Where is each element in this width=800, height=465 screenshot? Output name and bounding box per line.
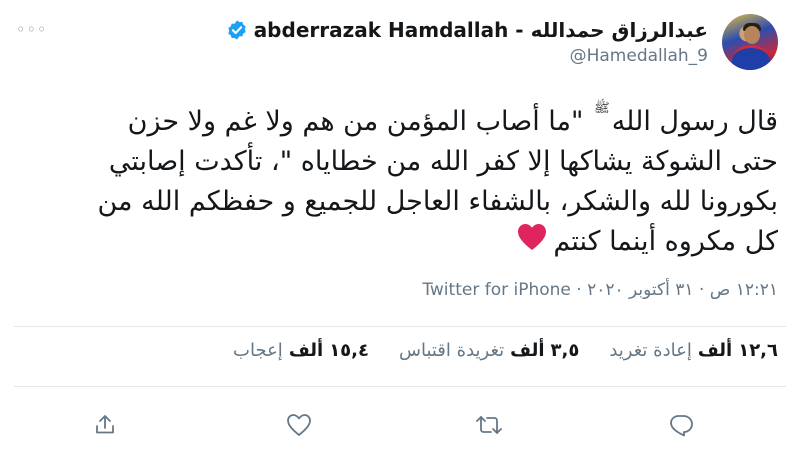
tweet-card: ◦◦◦ abderrazak Hamdallah - عبدالرزاق حمد… [0,0,800,465]
likes-stat[interactable]: ١٥,٤ ألف إعجاب [233,340,369,361]
tweet-text: قال رسول اللهﷺ "ما أصاب المؤمن من هم ولا… [38,101,779,263]
divider [14,386,786,387]
tweet-meta: ١٢:٢١ ص · ٣١ أكتوبر ٢٠٢٠ · Twitter for i… [422,280,778,300]
tweet-actions [0,400,800,450]
tweet-line-1: قال رسول اللهﷺ "ما أصاب المؤمن من هم ولا… [127,101,778,137]
tweet-line-3: بكورونا لله والشكر، بالشفاء العاجل للجمي… [97,186,779,217]
verified-badge-icon [226,19,248,41]
red-heart-emoji-icon [517,223,547,263]
reply-icon[interactable] [664,408,698,442]
tweet-line-4: كل مكروه أينما كنتم [38,222,778,263]
divider [14,326,786,327]
retweet-icon[interactable] [472,408,506,442]
avatar[interactable] [722,14,778,70]
tweet-date[interactable]: ٣١ أكتوبر ٢٠٢٠ [587,280,693,300]
salawat-glyph: ﷺ [593,101,610,116]
quote-tweets-stat[interactable]: ٣,٥ ألف تغريدة اقتباس [399,340,579,361]
display-name[interactable]: abderrazak Hamdallah - عبدالرزاق حمدالله [254,18,708,42]
retweets-stat[interactable]: ١٢,٦ ألف إعادة تغريد [609,340,778,361]
like-icon[interactable] [282,408,316,442]
tweet-time[interactable]: ١٢:٢١ ص [710,280,778,300]
tweet-source[interactable]: Twitter for iPhone [422,280,571,300]
engagement-stats: ١٢,٦ ألف إعادة تغريد ٣,٥ ألف تغريدة اقتب… [203,340,778,361]
share-icon[interactable] [88,408,122,442]
author-handle[interactable]: @Hamedallah_9 [570,46,708,66]
tweet-line-2: حتى الشوكة يشاكها إلا كفر الله من خطاياه… [108,146,778,177]
more-icon[interactable]: ◦◦◦ [16,20,47,39]
author-name-row[interactable]: abderrazak Hamdallah - عبدالرزاق حمدالله [226,18,708,42]
